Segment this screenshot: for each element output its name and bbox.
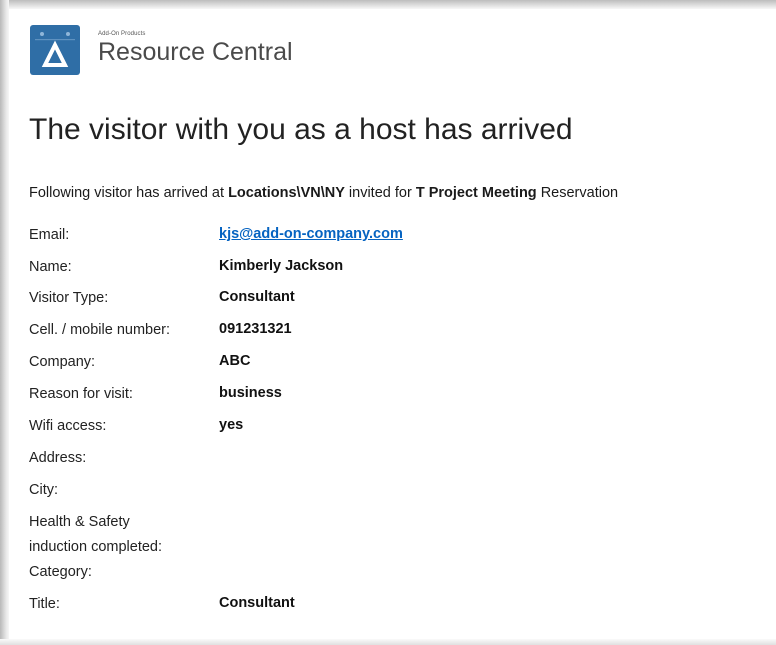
company-label: Company: [29,354,96,370]
email-label: Email: [29,227,70,243]
location-path: Locations\VN\NY [228,185,345,201]
window-shadow-left [0,0,9,645]
wifi-access-value: yes [219,417,244,433]
mobile-number-value: 091231321 [219,321,292,337]
resource-central-logo-icon [30,25,80,75]
title-value: Consultant [219,595,295,611]
visitor-type-value: Consultant [219,289,295,305]
email-link[interactable]: kjs@add-on-company.com [219,226,403,242]
health-safety-label-line2: induction completed: [29,539,162,555]
window-shadow-top [0,0,776,9]
title-label: Title: [29,596,60,612]
window-shadow-bottom [0,639,776,645]
city-label: City: [29,482,58,498]
name-label: Name: [29,259,72,275]
address-label: Address: [29,450,87,466]
brand-name: Resource Central [98,38,293,66]
email-window: Add-On Products Resource Central The vis… [0,0,776,645]
reason-label: Reason for visit: [29,386,133,402]
health-safety-label-line1: Health & Safety [29,514,130,530]
company-value: ABC [219,353,251,369]
brand-tagline: Add-On Products [98,31,146,37]
name-value: Kimberly Jackson [219,258,344,274]
intro-text-end: Reservation [536,185,619,201]
category-label: Category: [29,564,92,580]
intro-sentence: Following visitor has arrived at Locatio… [29,185,618,201]
reservation-name: T Project Meeting [415,185,537,201]
visitor-type-label: Visitor Type: [29,290,109,306]
reason-value: business [219,385,282,401]
wifi-access-label: Wifi access: [29,418,107,434]
intro-text-start: Following visitor has arrived at [29,185,229,201]
mobile-number-label: Cell. / mobile number: [29,322,171,338]
intro-text-middle: invited for [344,185,416,201]
page-title: The visitor with you as a host has arriv… [29,113,573,146]
